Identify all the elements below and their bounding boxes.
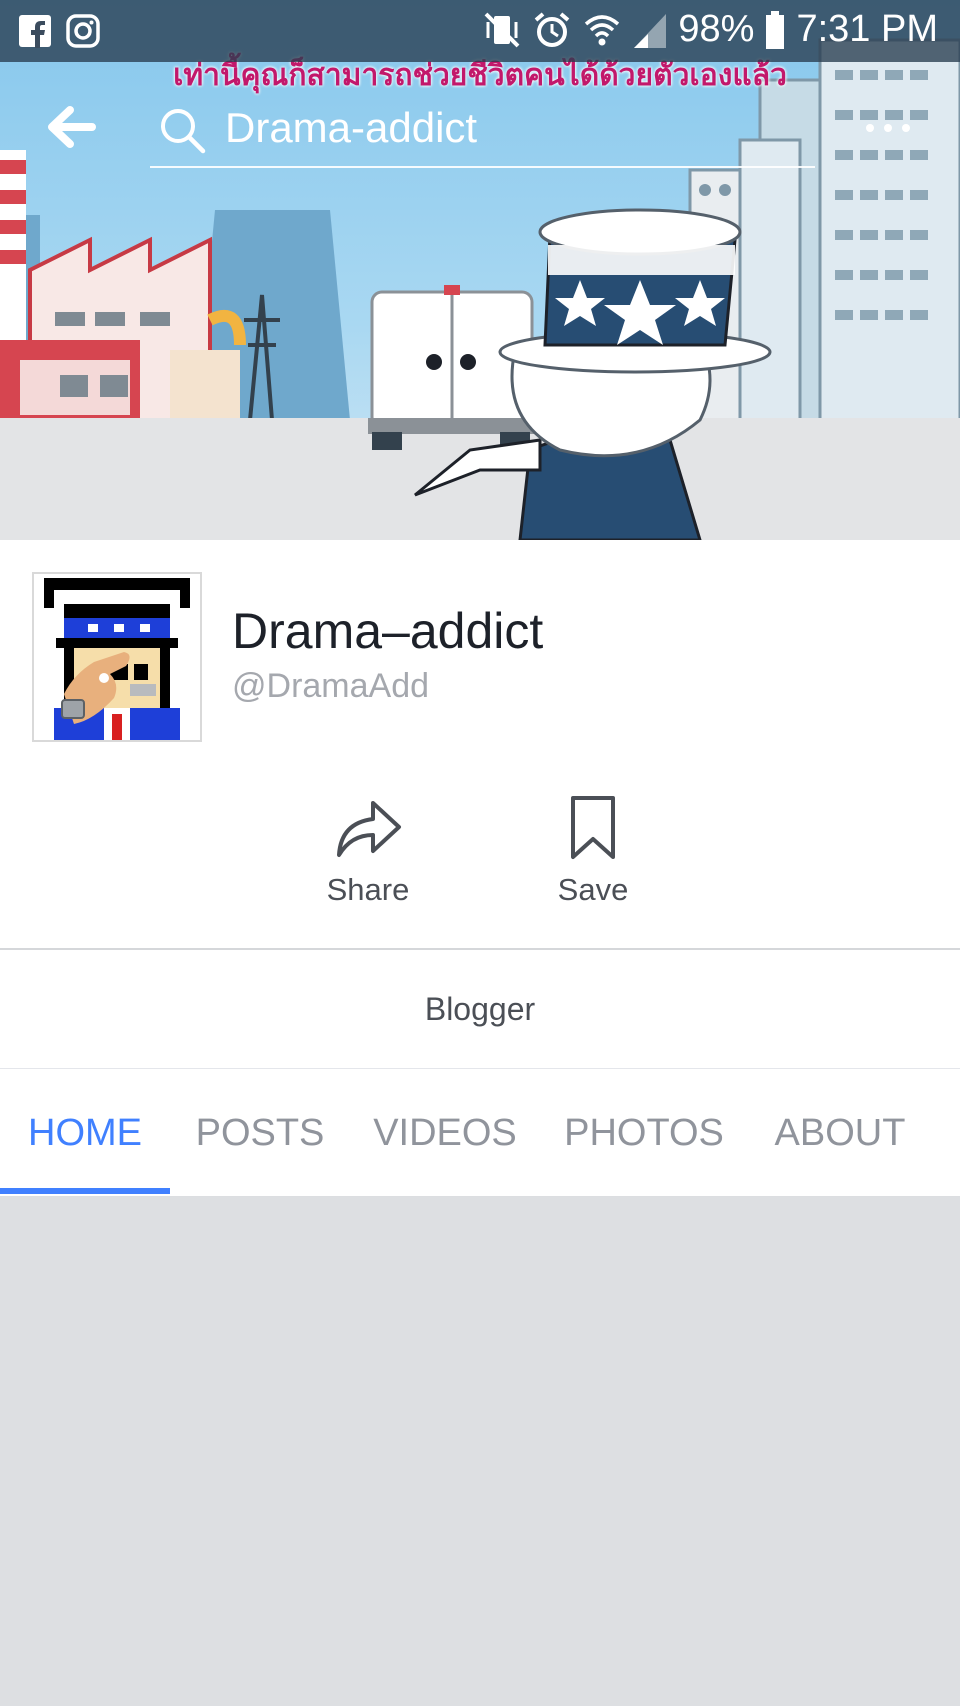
save-button[interactable]: Save [513,795,673,908]
category-label: Blogger [424,991,536,1027]
battery-percent: 98% [678,8,755,50]
back-arrow-icon [48,106,96,148]
page-tabs: HOME POSTS VIDEOS PHOTOS ABOUT [0,1069,960,1197]
battery-icon [766,10,785,49]
tab-photos[interactable]: PHOTOS [555,1069,733,1197]
clock: 7:31 PM [796,8,938,50]
active-tab-indicator [0,1188,170,1194]
bookmark-icon [571,796,615,859]
signal-icon [634,13,667,48]
cover-photo[interactable]: เท่านี้คุณก็สามารถช่วยชีวิตคนได้ด้วยตัวเ… [0,0,960,540]
more-options-button[interactable] [858,110,918,146]
page-category: Blogger [0,950,960,1068]
search-bar[interactable]: Drama-addict [150,98,815,168]
feed-area [0,1197,960,1706]
back-button[interactable] [44,102,104,152]
search-query: Drama-addict [225,104,478,151]
share-icon [337,801,401,857]
avatar-pixel-art [34,574,200,740]
search-icon [161,109,206,154]
page-header: Drama–addict @DramaAdd Share Save [0,540,960,950]
page-title: Drama–addict [232,603,544,659]
share-label: Share [326,872,410,907]
tab-home[interactable]: HOME [0,1069,170,1197]
avatar[interactable] [32,572,202,742]
tab-posts[interactable]: POSTS [185,1069,335,1197]
share-button[interactable]: Share [288,795,448,908]
tab-videos[interactable]: VIDEOS [365,1069,525,1197]
vibrate-mute-icon [484,12,520,47]
facebook-icon [19,15,51,48]
alarm-icon [535,11,570,47]
tab-about[interactable]: ABOUT [765,1069,915,1197]
status-bar: 98% 7:31 PM [0,0,960,62]
instagram-icon [66,14,100,48]
page-handle: @DramaAdd [232,667,430,705]
more-icon [866,124,910,132]
save-label: Save [557,872,629,907]
wifi-icon [585,14,620,45]
